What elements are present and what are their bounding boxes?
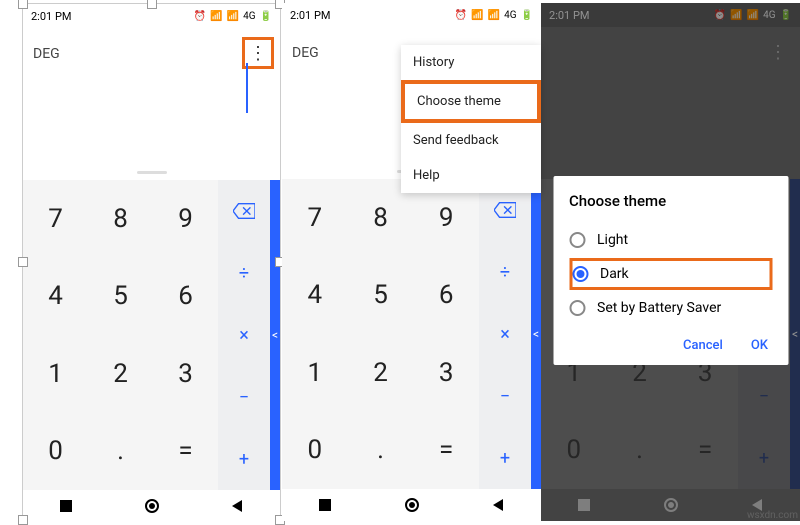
status-icons: ⏰ 📶 📶 4G 🔋	[194, 11, 272, 22]
number-pad: 7 8 9 4 5 6 1 2 3 0 . =	[23, 180, 218, 490]
status-icons: ⏰ 📶 📶 4G 🔋	[455, 10, 533, 21]
menu-history[interactable]: History	[401, 45, 541, 80]
key-equals[interactable]: =	[153, 413, 218, 491]
angle-mode[interactable]: DEG	[33, 46, 60, 62]
screenshot-2: 2:01 PM ⏰ 📶 📶 4G 🔋 DEG History Choose th…	[282, 3, 541, 521]
radio-label: Light	[597, 232, 628, 248]
key-6[interactable]: 6	[413, 257, 479, 335]
status-bar: 2:01 PM ⏰ 📶 📶 4G 🔋	[282, 3, 541, 27]
choose-theme-dialog: Choose theme Light Dark Set by Battery S…	[553, 176, 788, 365]
key-5[interactable]: 5	[88, 258, 153, 336]
battery-icon: 🔋	[260, 11, 272, 22]
key-dot[interactable]: .	[88, 413, 153, 491]
android-navbar	[23, 490, 280, 522]
key-4[interactable]: 4	[23, 258, 88, 336]
signal-icon: 📶	[227, 11, 239, 22]
operator-pad: ÷ × − +	[218, 180, 270, 490]
back-button[interactable]	[491, 498, 505, 512]
key-6[interactable]: 6	[153, 258, 218, 336]
keypad: 7 8 9 4 5 6 1 2 3 0 . = ÷ × − + <	[23, 180, 280, 490]
recents-button[interactable]	[59, 499, 73, 513]
key-0[interactable]: 0	[282, 412, 348, 490]
overflow-menu: History Choose theme Send feedback Help	[401, 45, 541, 193]
input-cursor	[246, 63, 248, 113]
display-area: DEG History Choose theme Send feedback H…	[282, 27, 541, 179]
key-5[interactable]: 5	[348, 257, 414, 335]
radio-dark[interactable]: Dark	[569, 258, 772, 290]
key-8[interactable]: 8	[88, 180, 153, 258]
home-button[interactable]	[405, 498, 419, 512]
key-9[interactable]: 9	[153, 180, 218, 258]
drag-handle-icon[interactable]	[137, 171, 167, 174]
key-2[interactable]: 2	[348, 334, 414, 412]
key-3[interactable]: 3	[153, 335, 218, 413]
status-time: 2:01 PM	[31, 10, 71, 23]
signal-icon: 📶	[210, 11, 222, 22]
number-pad: 7 8 9 4 5 6 1 2 3 0 . =	[282, 179, 479, 489]
key-0[interactable]: 0	[23, 413, 88, 491]
key-dot[interactable]: .	[348, 412, 414, 490]
minus-button[interactable]: −	[479, 365, 531, 427]
home-button[interactable]	[145, 499, 159, 513]
network-label: 4G	[504, 10, 516, 21]
radio-light[interactable]: Light	[569, 224, 772, 256]
key-7[interactable]: 7	[282, 179, 348, 257]
backspace-icon	[233, 203, 255, 219]
operator-pad: ÷ × − +	[479, 179, 531, 489]
recents-button[interactable]	[318, 498, 332, 512]
advanced-panel-handle[interactable]: <	[270, 180, 280, 490]
radio-icon	[572, 266, 588, 282]
android-navbar	[282, 489, 541, 521]
alarm-icon: ⏰	[455, 10, 467, 21]
dialog-buttons: Cancel OK	[569, 332, 772, 359]
key-7[interactable]: 7	[23, 180, 88, 258]
backspace-icon	[494, 202, 516, 218]
advanced-panel-handle[interactable]: <	[531, 179, 541, 489]
alarm-icon: ⏰	[194, 11, 206, 22]
key-3[interactable]: 3	[413, 334, 479, 412]
display-area: DEG ⋮	[23, 28, 280, 180]
plus-button[interactable]: +	[479, 427, 531, 489]
angle-mode[interactable]: DEG	[292, 45, 319, 61]
key-1[interactable]: 1	[23, 335, 88, 413]
menu-help[interactable]: Help	[401, 158, 541, 193]
key-2[interactable]: 2	[88, 335, 153, 413]
key-1[interactable]: 1	[282, 334, 348, 412]
plus-button[interactable]: +	[218, 428, 270, 490]
key-equals[interactable]: =	[413, 412, 479, 490]
backspace-button[interactable]	[218, 180, 270, 242]
multiply-button[interactable]: ×	[218, 304, 270, 366]
radio-icon	[569, 232, 585, 248]
keypad: 7 8 9 4 5 6 1 2 3 0 . = ÷ × − + <	[282, 179, 541, 489]
screenshot-3: 2:01 PM ⏰ 📶 📶 4G 🔋 ⋮ 7 8 9 4 5 6 1 2 3 0…	[541, 3, 800, 521]
status-time: 2:01 PM	[290, 9, 330, 22]
ok-button[interactable]: OK	[751, 338, 768, 353]
dialog-title: Choose theme	[569, 192, 772, 210]
signal-icon: 📶	[471, 10, 483, 21]
cancel-button[interactable]: Cancel	[683, 338, 723, 353]
divide-button[interactable]: ÷	[479, 241, 531, 303]
menu-choose-theme[interactable]: Choose theme	[401, 80, 541, 123]
screenshot-1: 2:01 PM ⏰ 📶 📶 4G 🔋 DEG ⋮ 7 8 9 4 5 6 1 2…	[22, 3, 281, 521]
radio-icon	[569, 300, 585, 316]
key-4[interactable]: 4	[282, 257, 348, 335]
back-button[interactable]	[230, 499, 244, 513]
signal-icon: 📶	[488, 10, 500, 21]
minus-button[interactable]: −	[218, 366, 270, 428]
radio-label: Set by Battery Saver	[597, 300, 721, 316]
network-label: 4G	[243, 11, 255, 22]
radio-label: Dark	[600, 266, 629, 282]
divide-button[interactable]: ÷	[218, 242, 270, 304]
multiply-button[interactable]: ×	[479, 303, 531, 365]
menu-send-feedback[interactable]: Send feedback	[401, 123, 541, 158]
radio-battery-saver[interactable]: Set by Battery Saver	[569, 292, 772, 324]
battery-icon: 🔋	[521, 10, 533, 21]
